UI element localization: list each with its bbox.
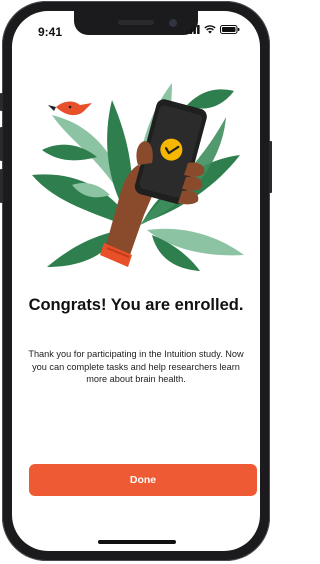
home-indicator[interactable]	[98, 540, 176, 544]
description-text: Thank you for participating in the Intui…	[28, 349, 244, 384]
bird-icon	[48, 101, 92, 116]
signal-icon	[186, 25, 200, 34]
front-camera	[169, 19, 177, 27]
speaker-grille	[118, 20, 154, 25]
hand-holding-phone-check-icon	[32, 83, 244, 271]
status-icons	[186, 25, 240, 34]
phone-frame: 9:41 Congrats! You are enrolled. Thank y…	[0, 1, 272, 561]
status-time: 9:41	[38, 25, 63, 39]
wifi-icon	[204, 25, 216, 34]
volume-down-button	[0, 169, 3, 203]
screen: 9:41 Congrats! You are enrolled. Thank y…	[12, 11, 260, 551]
silent-switch	[0, 93, 3, 111]
volume-up-button	[0, 127, 3, 161]
notch	[74, 11, 198, 35]
power-button	[269, 141, 272, 193]
page-title: Congrats! You are enrolled.	[28, 296, 244, 314]
battery-icon	[220, 25, 240, 34]
done-button[interactable]: Done	[29, 464, 257, 496]
